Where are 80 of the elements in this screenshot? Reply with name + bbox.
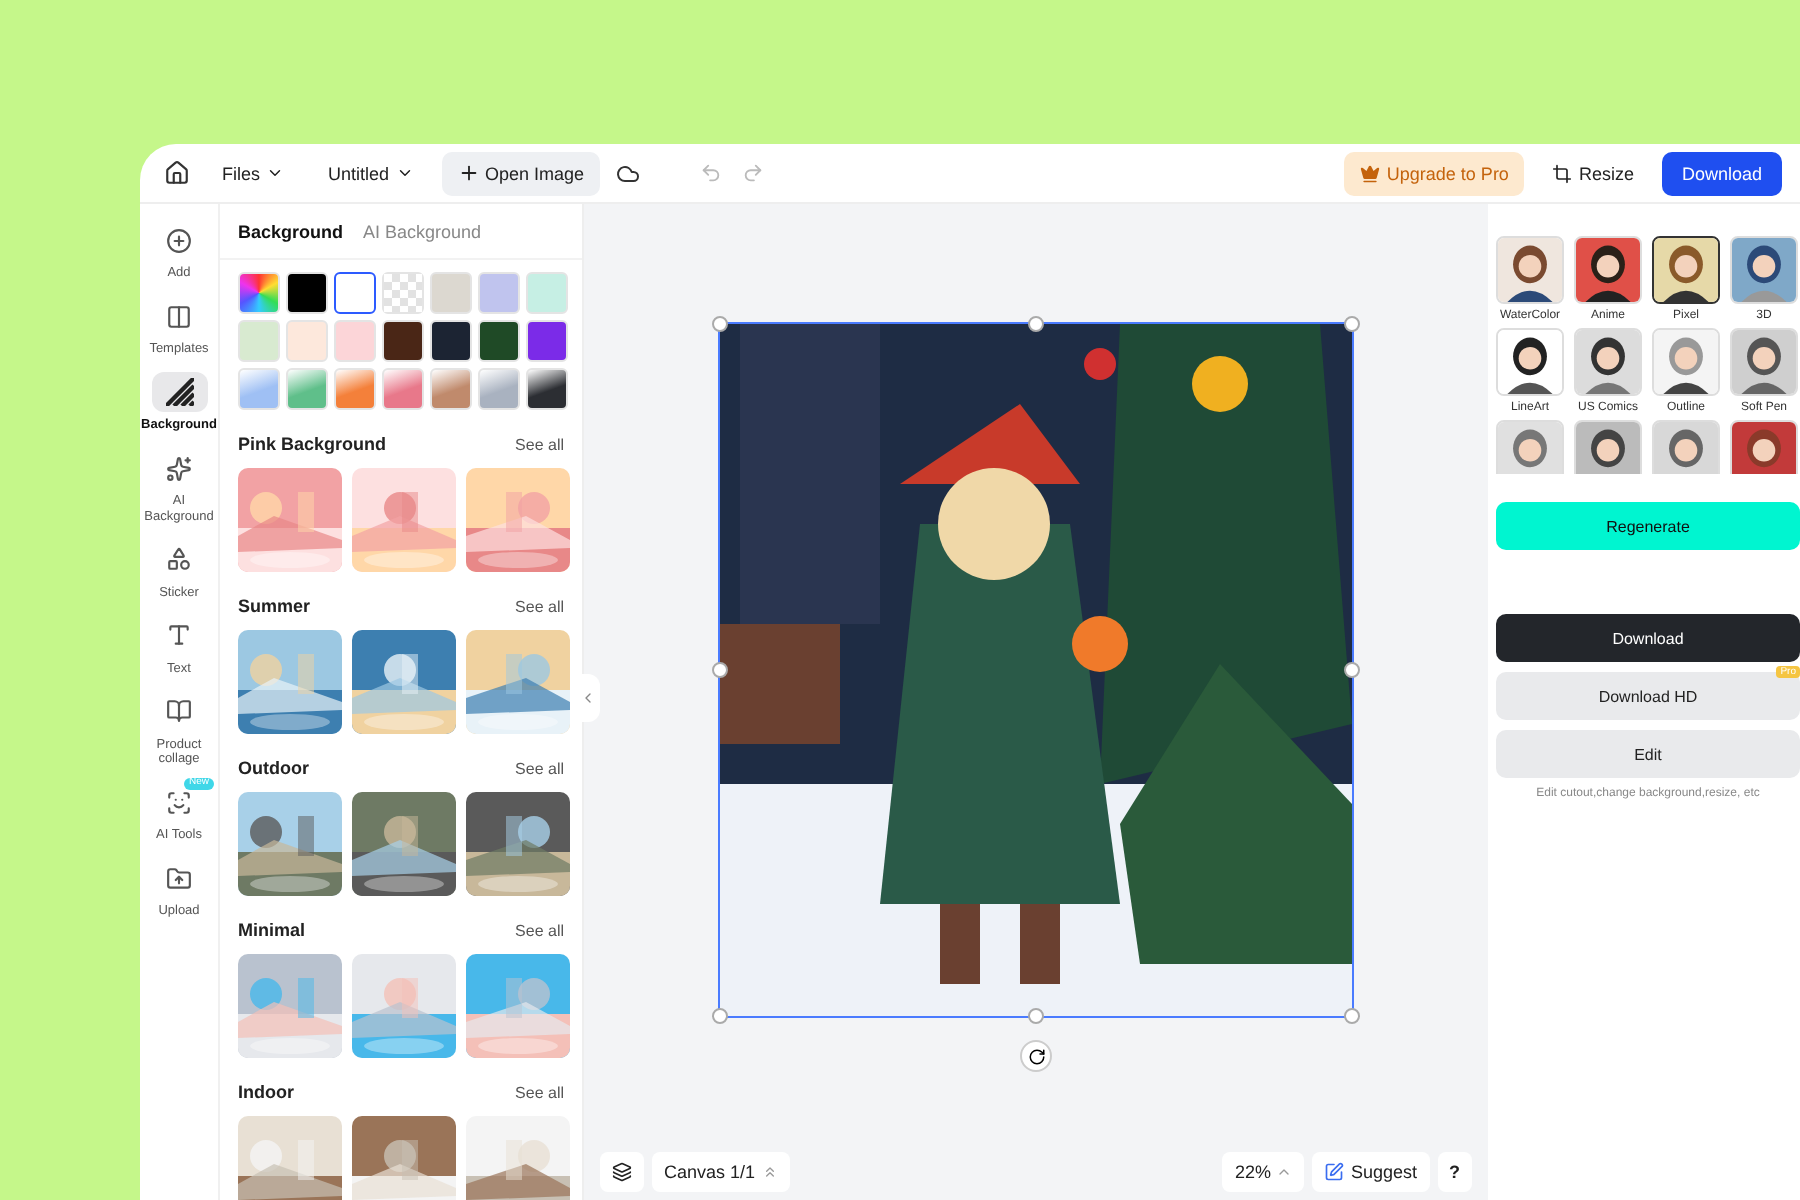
see-all-link[interactable]: See all: [515, 921, 564, 939]
resize-handle[interactable]: [1344, 662, 1360, 678]
resize-button[interactable]: Resize: [1536, 151, 1650, 195]
chevron-up-icon: [1276, 1164, 1293, 1180]
resize-handle[interactable]: [1028, 1008, 1044, 1024]
layers-icon: [612, 1162, 632, 1182]
see-all-link[interactable]: See all: [515, 759, 564, 777]
rail-icon: [166, 698, 192, 725]
see-all-link[interactable]: See all: [515, 1083, 564, 1101]
chevron-down-icon: [395, 164, 414, 182]
background-thumbnail[interactable]: [466, 792, 570, 896]
section-title: Summer: [238, 596, 311, 616]
rail-icon: [166, 789, 192, 816]
resize-handle[interactable]: [712, 316, 728, 332]
redo-icon[interactable]: [742, 162, 765, 184]
background-thumbnail[interactable]: [238, 468, 342, 572]
panel-tab[interactable]: Background: [238, 221, 344, 241]
style-option[interactable]: [1496, 420, 1564, 474]
rail-icon: [166, 865, 192, 892]
title-menu[interactable]: Untitled: [312, 151, 430, 195]
rail-icon: [166, 622, 192, 649]
layers-button[interactable]: [600, 1152, 644, 1192]
resize-handle[interactable]: [712, 662, 728, 678]
panel-tab[interactable]: AI Background: [363, 221, 482, 241]
background-thumbnail[interactable]: [352, 1116, 456, 1200]
help-button[interactable]: ?: [1437, 1152, 1472, 1192]
undo-icon[interactable]: [700, 162, 723, 184]
hatch-icon: [165, 378, 193, 407]
collapse-button[interactable]: [576, 674, 600, 722]
color-swatch[interactable]: [334, 272, 376, 314]
rail-icon: [166, 546, 192, 573]
background-thumbnail[interactable]: [466, 1116, 570, 1200]
background-thumbnail[interactable]: [238, 1116, 342, 1200]
open-image-button[interactable]: Open Image: [441, 151, 601, 195]
background-thumbnail[interactable]: [466, 954, 570, 1058]
zoom-button[interactable]: 22%: [1222, 1152, 1305, 1192]
see-all-link[interactable]: See all: [515, 435, 564, 453]
section-title: Indoor: [238, 1082, 294, 1102]
style-option[interactable]: [1730, 420, 1798, 474]
style-option[interactable]: [1652, 420, 1720, 474]
upgrade-button[interactable]: Upgrade to Pro: [1344, 151, 1525, 195]
download-button[interactable]: Download: [1496, 614, 1800, 662]
chevrons-up-icon: [761, 1164, 778, 1180]
see-all-link[interactable]: See all: [515, 597, 564, 615]
background-thumbnail[interactable]: [352, 792, 456, 896]
canvas-pages-button[interactable]: Canvas 1/1: [652, 1152, 790, 1192]
home-icon[interactable]: [164, 160, 190, 186]
chevron-left-icon: [580, 690, 596, 706]
resize-handle[interactable]: [1028, 316, 1044, 332]
download-button[interactable]: Download: [1661, 151, 1782, 195]
chevron-down-icon: [266, 164, 285, 182]
cloud-icon[interactable]: [616, 161, 641, 185]
section-title: Outdoor: [238, 758, 309, 778]
resize-handle[interactable]: [712, 1008, 728, 1024]
crop-icon: [1552, 163, 1573, 183]
rotate-button[interactable]: [1020, 1040, 1052, 1072]
rail-icon: [166, 227, 192, 253]
crown-icon: [1360, 163, 1381, 183]
background-thumbnail[interactable]: [466, 630, 570, 734]
background-thumbnail[interactable]: [352, 468, 456, 572]
edit-icon: [1324, 1162, 1345, 1182]
rail-icon: [166, 303, 192, 330]
files-menu[interactable]: Files: [206, 151, 301, 195]
edit-button[interactable]: Edit: [1496, 730, 1800, 778]
background-thumbnail[interactable]: [238, 954, 342, 1058]
rail-icon: [166, 455, 192, 482]
section-title: Pink Background: [238, 434, 387, 454]
background-thumbnail[interactable]: [238, 792, 342, 896]
background-thumbnail[interactable]: [352, 954, 456, 1058]
background-thumbnail[interactable]: [238, 630, 342, 734]
background-thumbnail[interactable]: [466, 468, 570, 572]
plus-icon: [457, 162, 480, 184]
background-thumbnail[interactable]: [352, 630, 456, 734]
style-option[interactable]: [1574, 420, 1642, 474]
resize-handle[interactable]: [1344, 1008, 1360, 1024]
resize-handle[interactable]: [1344, 316, 1360, 332]
rotate-icon: [1027, 1047, 1045, 1065]
suggest-button[interactable]: Suggest: [1312, 1152, 1429, 1192]
section-title: Minimal: [238, 920, 306, 940]
regenerate-button[interactable]: Regenerate: [1496, 502, 1800, 550]
